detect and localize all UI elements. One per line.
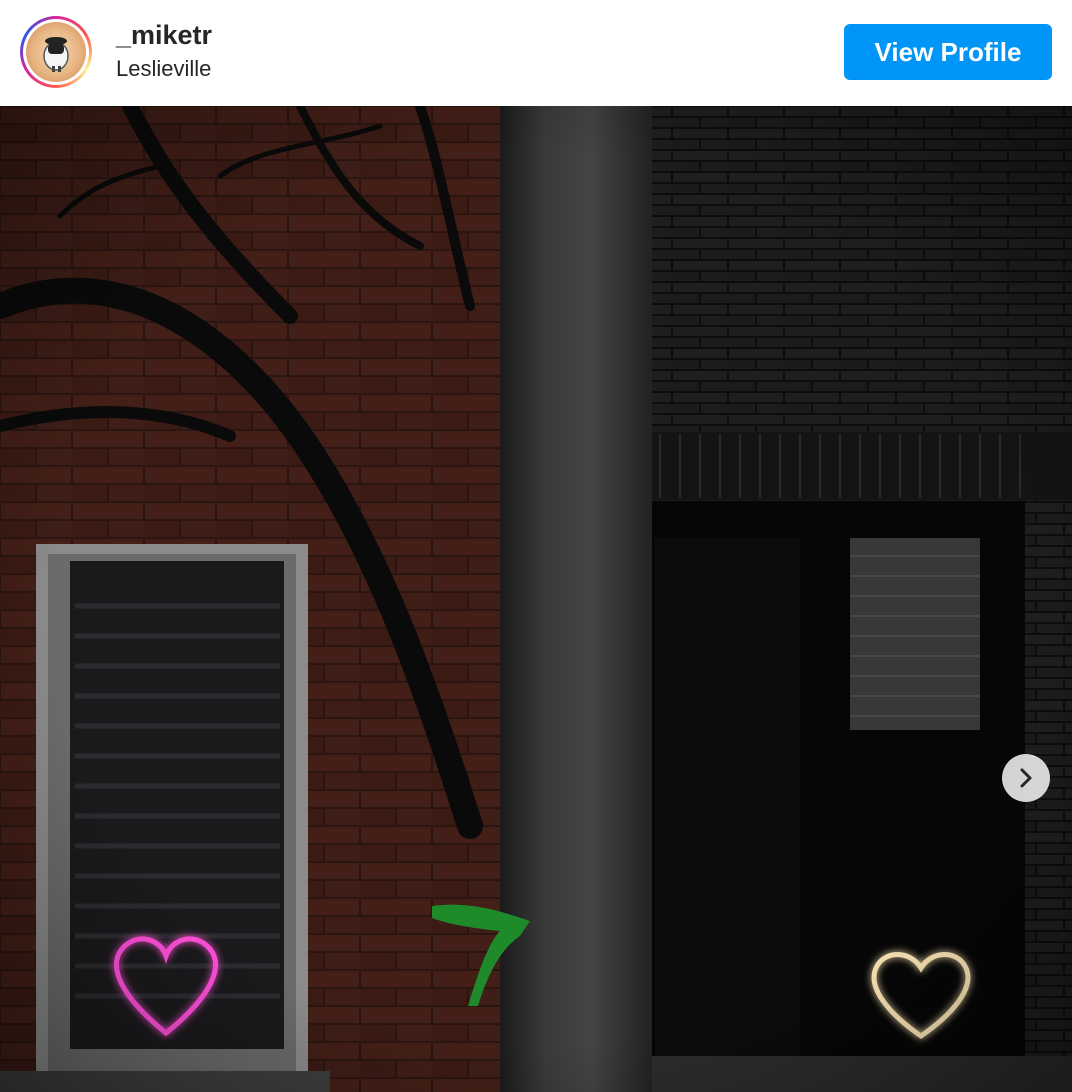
avatar-border <box>23 19 89 85</box>
location[interactable]: Leslieville <box>116 56 211 82</box>
post-photo[interactable] <box>0 106 1072 1092</box>
username[interactable]: _miketr <box>116 20 212 51</box>
avatar-image <box>26 22 86 82</box>
chevron-right-icon <box>1020 768 1032 788</box>
post-header: _miketr Leslieville View Profile <box>0 0 1072 106</box>
photo-scene <box>0 106 1072 1092</box>
astronaut-icon <box>43 37 69 72</box>
next-photo-button[interactable] <box>1002 754 1050 802</box>
avatar[interactable] <box>20 16 92 88</box>
view-profile-button[interactable]: View Profile <box>844 24 1052 80</box>
